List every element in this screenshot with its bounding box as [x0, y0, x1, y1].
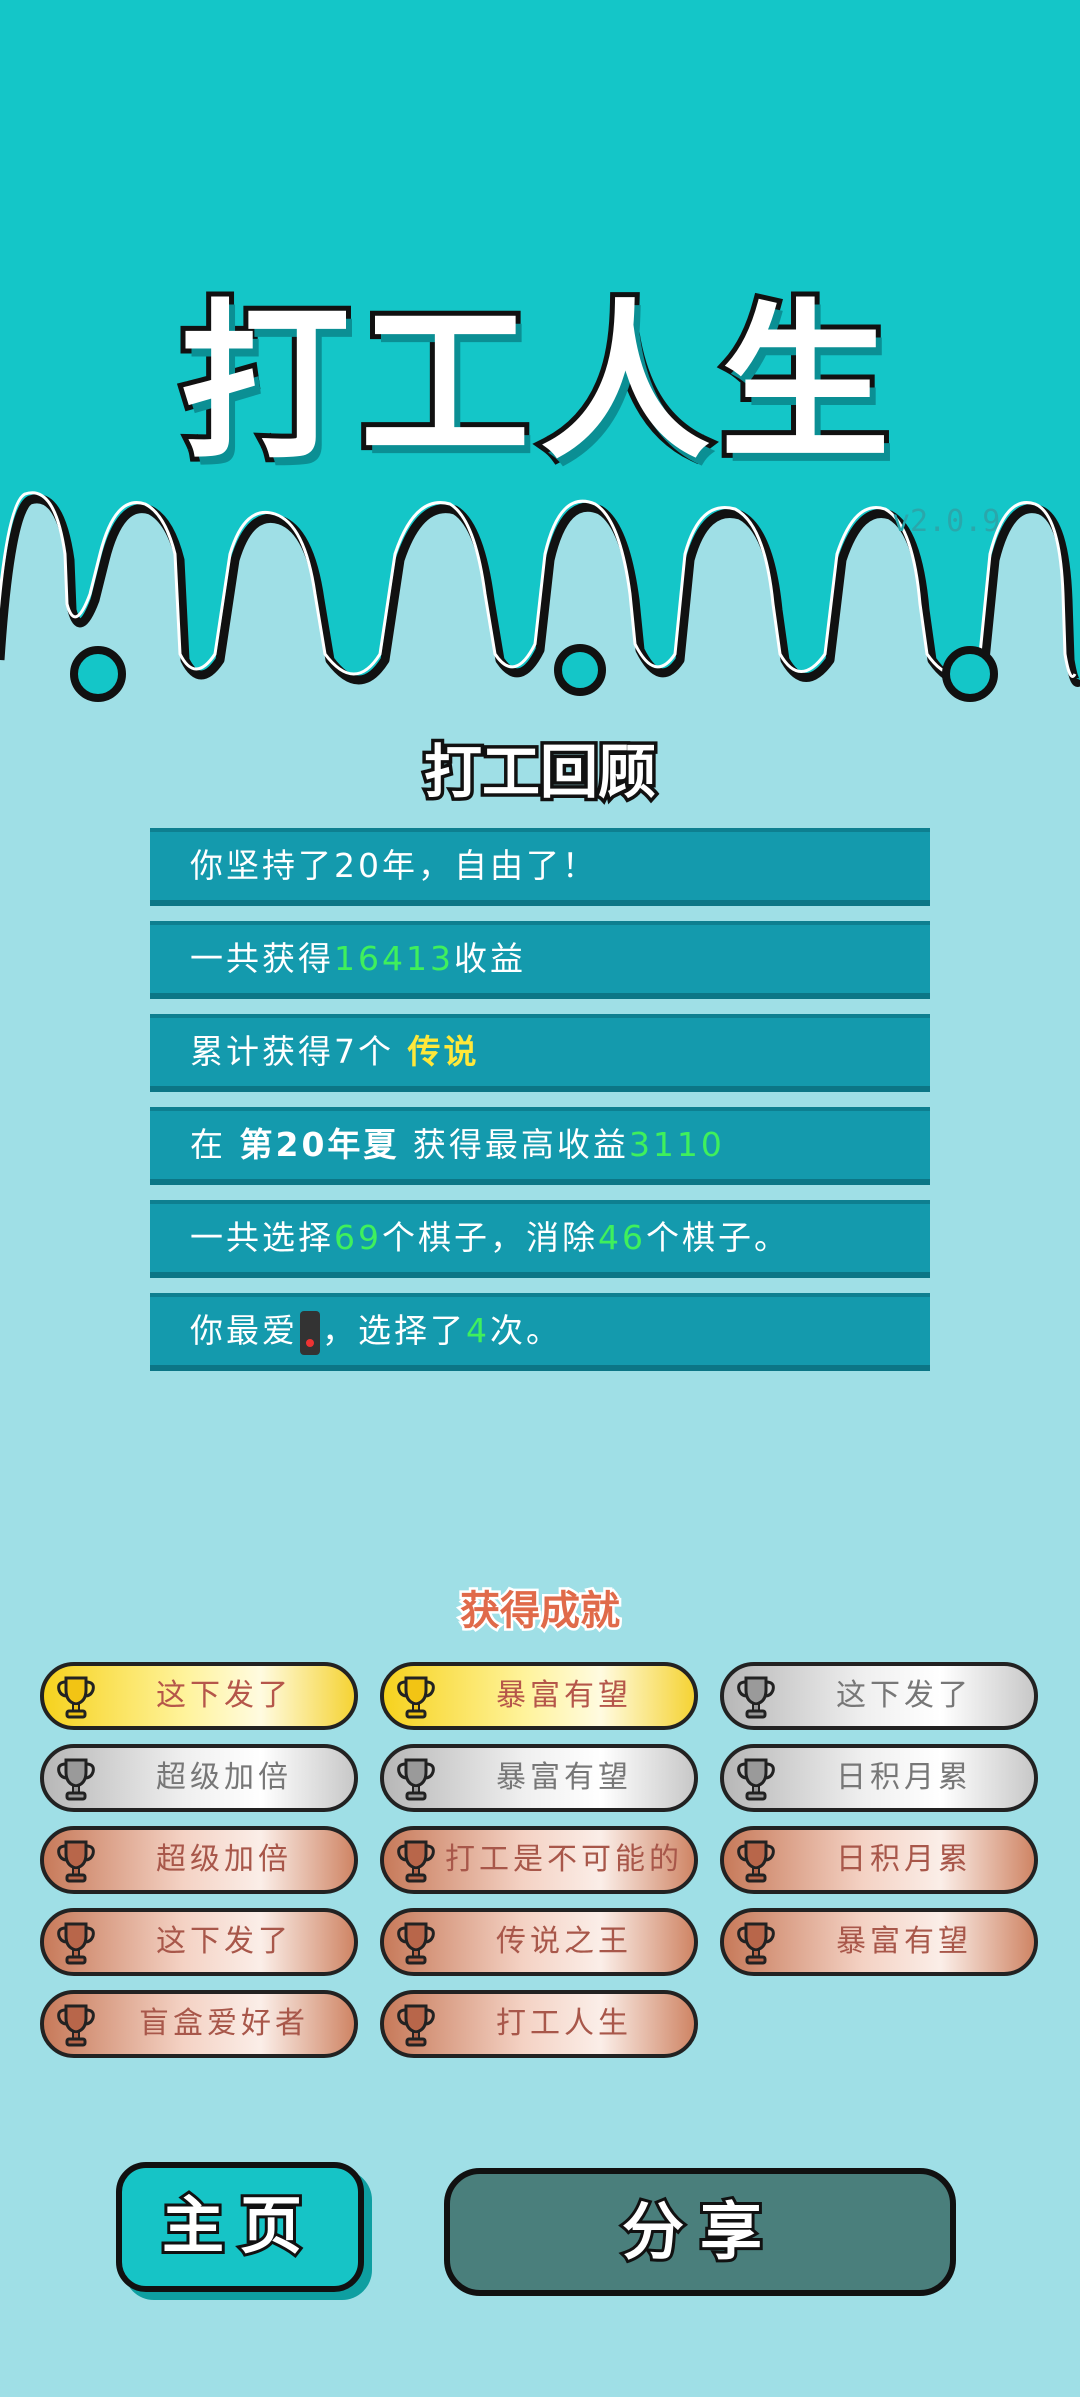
review-text: 你最爱 [190, 1311, 298, 1350]
review-row-pieces: 一共选择69个棋子，消除46个棋子。 [150, 1200, 930, 1278]
review-list: 你坚持了20年，自由了！ 一共获得16413收益 累计获得7个 传说 在 第20… [150, 828, 930, 1386]
review-text: 次。 [490, 1311, 562, 1350]
achievement-label: 暴富有望 [496, 1760, 632, 1795]
trophy-icon [397, 1758, 435, 1801]
achievement-badge: 超级加倍 [40, 1826, 358, 1894]
share-button-label: 分享 [619, 2192, 778, 2271]
trophy-icon [397, 1922, 435, 1965]
achievement-label: 这下发了 [156, 1924, 292, 1959]
trophy-icon [57, 1840, 95, 1883]
review-text: 一共选择 [190, 1218, 334, 1257]
trophy-icon [737, 1840, 775, 1883]
achievement-badge: 日积月累 [720, 1826, 1038, 1894]
pieces-removed-value: 46 [598, 1218, 646, 1257]
achievement-badge: 暴富有望 [720, 1908, 1038, 1976]
review-text: 一共获得 [190, 939, 334, 978]
pieces-selected-value: 69 [334, 1218, 382, 1257]
achievement-label: 超级加倍 [156, 1842, 292, 1877]
achievement-label: 这下发了 [836, 1678, 972, 1713]
trophy-icon [57, 1758, 95, 1801]
header-banner: 打工人生 v2.0.9 [0, 0, 1080, 720]
trophy-icon [737, 1676, 775, 1719]
version-label: v2.0.9 [892, 504, 1001, 539]
trophy-icon [737, 1758, 775, 1801]
favorite-count-value: 4 [466, 1311, 490, 1350]
achievement-label: 日积月累 [836, 1760, 972, 1795]
achievement-badge: 这下发了 [40, 1908, 358, 1976]
best-season: 第20年夏 [239, 1125, 400, 1164]
review-row-favorite: 你最爱 ，选择了4次。 [150, 1293, 930, 1371]
achievement-badge: 暴富有望 [380, 1662, 698, 1730]
achievement-badge: 暴富有望 [380, 1744, 698, 1812]
review-text: 获得最高收益 [399, 1125, 629, 1164]
trophy-icon [737, 1922, 775, 1965]
review-row-legends: 累计获得7个 传说 [150, 1014, 930, 1092]
achievement-label: 这下发了 [156, 1678, 292, 1713]
review-row-best-income: 在 第20年夏 获得最高收益3110 [150, 1107, 930, 1185]
total-income-value: 16413 [334, 939, 454, 978]
achievement-label: 打工人生 [496, 2006, 632, 2041]
review-text: 收益 [453, 939, 526, 978]
achievement-badge: 日积月累 [720, 1744, 1038, 1812]
achievement-label: 日积月累 [836, 1842, 972, 1877]
review-text: 累计获得7个 [190, 1032, 408, 1071]
review-text: 个棋子。 [646, 1218, 790, 1257]
share-button[interactable]: 分享 [444, 2168, 956, 2296]
achievement-badge: 这下发了 [720, 1662, 1038, 1730]
achievement-label: 暴富有望 [496, 1678, 632, 1713]
achievement-label: 传说之王 [496, 1924, 632, 1959]
review-row-years: 你坚持了20年，自由了！ [150, 828, 930, 906]
review-text: 你坚持了20年，自由了！ [190, 846, 598, 885]
achievement-label: 超级加倍 [156, 1760, 292, 1795]
achievement-label: 暴富有望 [836, 1924, 972, 1959]
app-title: 打工人生 [175, 280, 900, 488]
review-text: 在 [190, 1125, 240, 1164]
home-button-label: 主页 [159, 2186, 318, 2265]
review-row-total-income: 一共获得16413收益 [150, 921, 930, 999]
best-income-value: 3110 [628, 1125, 725, 1164]
review-text: ，选择了 [322, 1311, 466, 1350]
achievement-label: 盲盒爱好者 [139, 2006, 309, 2041]
achievement-badge: 打工人生 [380, 1990, 698, 2058]
trophy-icon [57, 2004, 95, 2047]
trophy-icon [397, 1676, 435, 1719]
trophy-icon [397, 1840, 435, 1883]
trophy-icon [397, 2004, 435, 2047]
trophy-icon [57, 1676, 95, 1719]
review-text: 个棋子，消除 [382, 1218, 598, 1257]
phone-icon [300, 1310, 320, 1355]
achievement-badge: 超级加倍 [40, 1744, 358, 1812]
review-title: 打工回顾 [420, 735, 659, 810]
achievement-badge: 盲盒爱好者 [40, 1990, 358, 2058]
achievement-label: 打工是不可能的 [445, 1842, 683, 1877]
trophy-icon [57, 1922, 95, 1965]
legend-label: 传说 [407, 1032, 480, 1071]
achievement-badge: 传说之王 [380, 1908, 698, 1976]
achievement-badge: 这下发了 [40, 1662, 358, 1730]
achievements-title: 获得成就 [458, 1586, 623, 1637]
home-button[interactable]: 主页 [116, 2162, 364, 2292]
achievement-badge: 打工是不可能的 [380, 1826, 698, 1894]
